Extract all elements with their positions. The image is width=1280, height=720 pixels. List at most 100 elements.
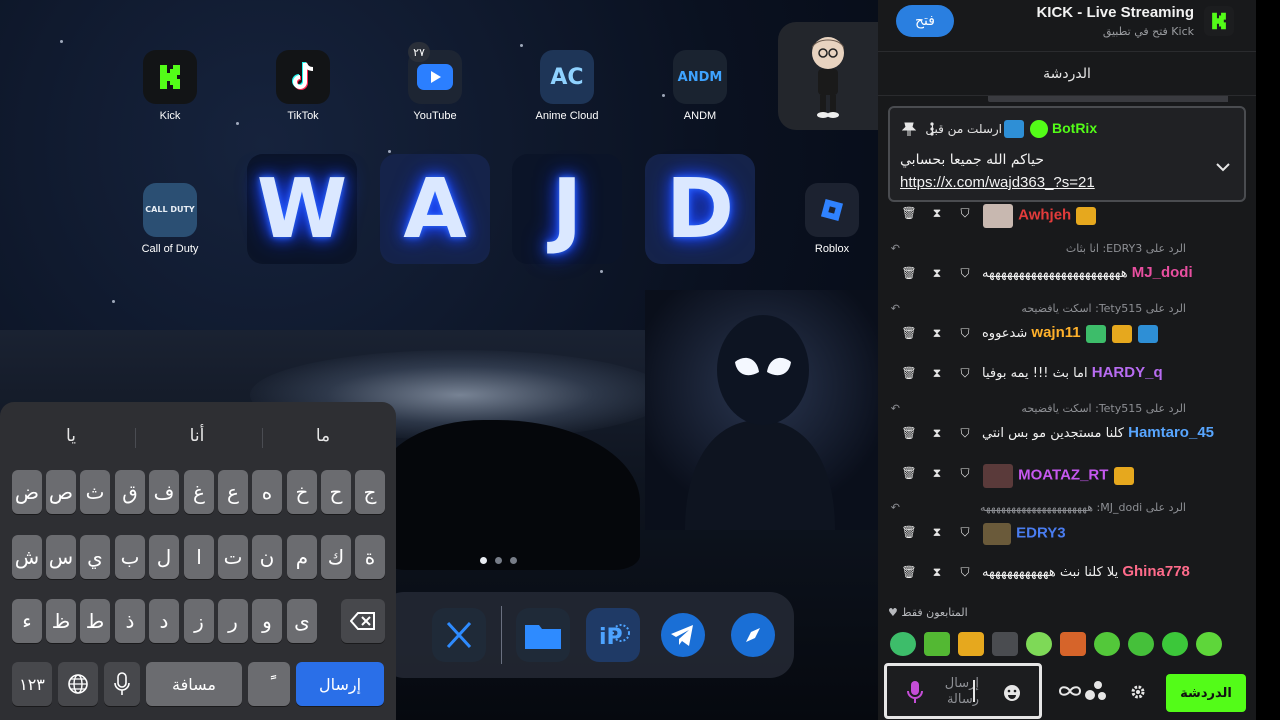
emote-button[interactable] [1162,632,1188,656]
files-icon[interactable] [516,608,570,662]
dictation-key[interactable] [104,662,140,706]
shield-icon[interactable]: ⛉ [958,466,972,480]
username[interactable]: Ghina778 [1122,563,1190,580]
key[interactable]: ة [355,535,385,579]
chat-message[interactable]: 🗑 ⧗ ⛉ MJ_dodi هههههههههههههههههههههههه [878,260,1256,288]
shield-icon[interactable]: ⛉ [958,266,972,280]
key[interactable]: م [287,535,317,579]
shield-icon[interactable]: ⛉ [958,565,972,579]
key[interactable]: ى [287,599,317,643]
delete-icon[interactable]: 🗑 [901,266,916,280]
neon-letter-widget[interactable]: W [247,154,357,264]
delete-icon[interactable]: 🗑 [901,426,916,440]
key[interactable]: ر [218,599,248,643]
chat-message[interactable]: 🗑 ⧗ ⛉ wajn11 شدعووه [878,320,1256,348]
shield-icon[interactable]: ⛉ [958,525,972,539]
key[interactable]: غ [184,470,214,514]
username[interactable]: Awhjeh [1018,207,1071,224]
key[interactable]: ز [184,599,214,643]
key[interactable]: ث [80,470,110,514]
delete-icon[interactable]: 🗑 [901,366,916,380]
username[interactable]: wajn11 [1031,324,1080,341]
timeout-icon[interactable]: ⧗ [930,266,944,280]
chat-message[interactable]: 🗑 ⧗ ⛉ EDRY3 [878,519,1256,547]
timeout-icon[interactable]: ⧗ [930,426,944,440]
key[interactable]: ص [46,470,76,514]
app-anime-cloud[interactable]: AC Anime Cloud [527,50,607,122]
space-key[interactable]: مسافة [146,662,242,706]
x-icon[interactable] [432,608,486,662]
chat-message[interactable]: 🗑 ⧗ ⛉ MOATAZ_RT [878,460,1256,488]
emote-button[interactable] [924,632,950,656]
delete-icon[interactable]: 🗑 [901,565,916,579]
key[interactable]: ظ [46,599,76,643]
app-andm[interactable]: ANDM ANDM [660,50,740,122]
numbers-key[interactable]: ١٢٣ [12,662,52,706]
safari-icon[interactable] [726,608,780,662]
key[interactable]: ن [252,535,282,579]
key[interactable]: ج [355,470,385,514]
neon-letter-widget[interactable]: J [512,154,622,264]
emote-button[interactable] [1094,632,1120,656]
delete-icon[interactable]: 🗑 [901,206,916,220]
backspace-key[interactable] [341,599,385,643]
key[interactable]: ه [252,470,282,514]
app-kick[interactable]: Kick [130,50,210,122]
timeout-icon[interactable]: ⧗ [930,326,944,340]
emote-button[interactable] [992,632,1018,656]
key[interactable]: ق [115,470,145,514]
suggestion[interactable]: ما [268,426,378,446]
delete-icon[interactable]: 🗑 [901,466,916,480]
key[interactable]: ت [218,535,248,579]
emote-button[interactable] [1060,632,1086,656]
ipapp-icon[interactable]: iP [586,608,640,662]
chat-message[interactable]: 🗑 ⧗ ⛉ HARDY_q اما بث !!! يمه بوفيا [878,360,1256,388]
emote-button[interactable] [1128,632,1154,656]
username[interactable]: MJ_dodi [1132,264,1193,281]
username[interactable]: EDRY3 [1016,525,1065,542]
avatar-widget[interactable] [778,22,878,130]
chat-message[interactable]: 🗑 ⧗ ⛉ Hamtaro_45 كلنا مستجدين مو بس انتي [878,420,1256,448]
key[interactable]: ا [184,535,214,579]
timeout-icon[interactable]: ⧗ [930,466,944,480]
suggestion[interactable]: يا [16,426,126,446]
chat-send-button[interactable]: الدردشة [1166,674,1246,712]
diacritic-key[interactable]: ًً [248,662,290,706]
timeout-icon[interactable]: ⧗ [930,565,944,579]
chat-message[interactable]: 🗑 ⧗ ⛉ Ghina778 يلا كلنا نبث هههههههههههه [878,559,1256,587]
app-tiktok[interactable]: TikTok [263,50,343,122]
neon-letter-widget[interactable]: A [380,154,490,264]
app-youtube[interactable]: ٢٧ YouTube [395,42,475,122]
shield-icon[interactable]: ⛉ [958,206,972,220]
open-app-button[interactable]: فتح [896,5,954,37]
key[interactable]: خ [287,470,317,514]
username[interactable]: HARDY_q [1092,364,1163,381]
microphone-icon[interactable] [907,680,923,704]
key[interactable]: س [46,535,76,579]
key[interactable]: ذ [115,599,145,643]
username[interactable]: Hamtaro_45 [1128,424,1214,441]
chat-message[interactable]: 🗑 ⧗ ⛉ Awhjeh [878,200,1256,228]
delete-icon[interactable]: 🗑 [901,525,916,539]
chevron-down-icon[interactable] [1216,162,1230,172]
key[interactable]: ف [149,470,179,514]
timeout-icon[interactable]: ⧗ [930,525,944,539]
key[interactable]: ب [115,535,145,579]
app-call-of-duty[interactable]: CALL DUTY Call of Duty [130,183,210,255]
shield-icon[interactable]: ⛉ [958,326,972,340]
key[interactable]: ط [80,599,110,643]
key[interactable]: ش [12,535,42,579]
key[interactable]: ع [218,470,248,514]
key[interactable]: ي [80,535,110,579]
key[interactable]: ح [321,470,351,514]
key[interactable]: د [149,599,179,643]
key[interactable]: ء [12,599,42,643]
key[interactable]: ل [149,535,179,579]
key[interactable]: ك [321,535,351,579]
suggestion[interactable]: أنا [142,426,252,446]
timeout-icon[interactable]: ⧗ [930,366,944,380]
users-dots-icon[interactable] [1084,680,1108,702]
key[interactable]: ض [12,470,42,514]
infinity-icon[interactable] [1058,684,1082,698]
gear-icon[interactable] [1130,684,1146,700]
